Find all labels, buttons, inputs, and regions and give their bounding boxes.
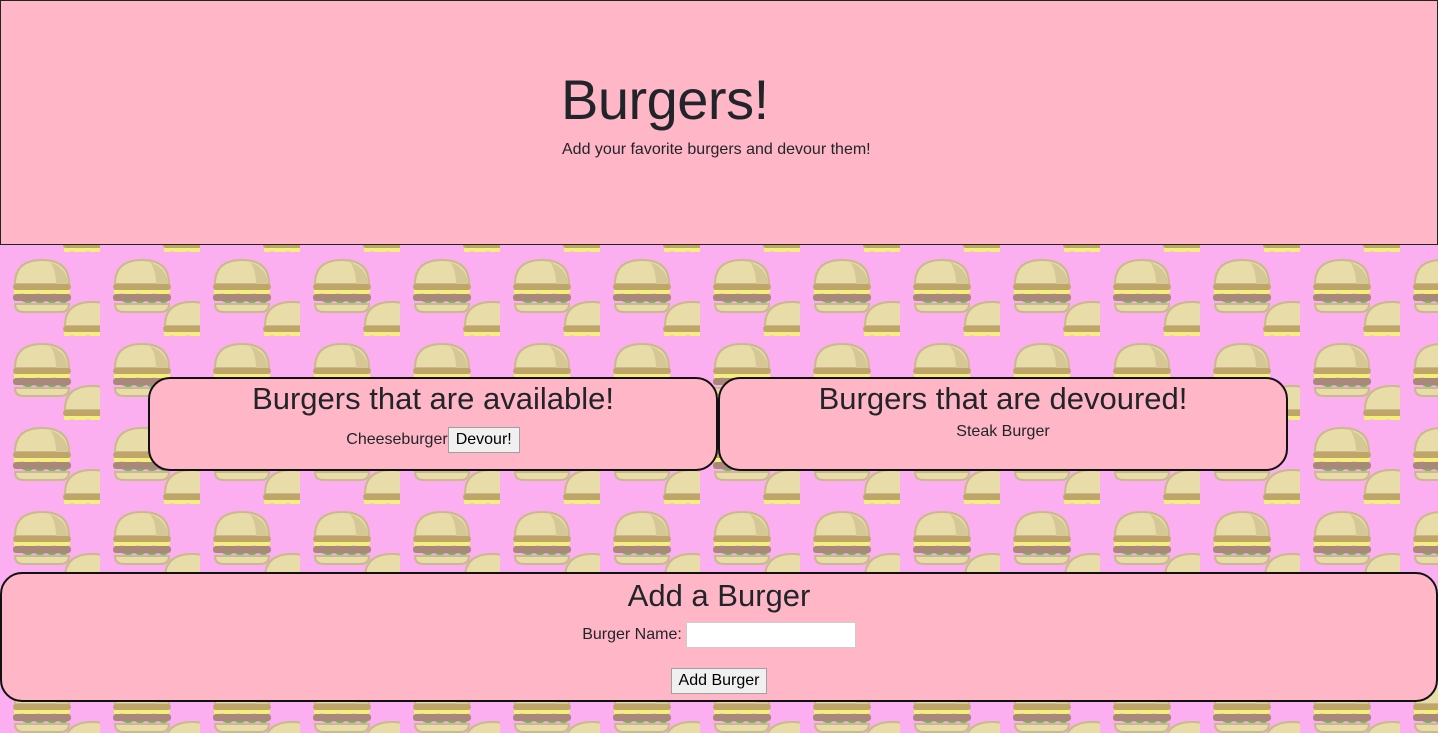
burger-name: Steak Burger: [956, 423, 1050, 440]
available-heading: Burgers that are available!: [252, 381, 614, 416]
page-subtitle: Add your favorite burgers and devour the…: [562, 141, 871, 158]
burger-name-input[interactable]: [685, 622, 856, 648]
available-burgers-panel: Burgers that are available! Cheeseburger…: [148, 377, 718, 471]
devoured-burgers-panel: Burgers that are devoured! Steak Burger: [718, 377, 1288, 471]
list-item: Steak Burger: [956, 423, 1049, 441]
add-burger-panel: Add a Burger Burger Name: Add Burger: [0, 572, 1438, 702]
burger-name-label: Burger Name:: [582, 626, 682, 643]
devour-button[interactable]: Devour!: [447, 427, 520, 453]
page-title: Burgers!: [561, 68, 769, 131]
header-jumbotron: Burgers! Add your favorite burgers and d…: [0, 0, 1438, 245]
add-burger-button[interactable]: Add Burger: [670, 668, 768, 694]
burger-name-row: Burger Name:: [582, 622, 856, 648]
burger-name: Cheeseburger: [346, 431, 448, 448]
devoured-heading: Burgers that are devoured!: [818, 381, 1188, 416]
list-item: Cheeseburger Devour!: [346, 427, 520, 453]
header-content: Burgers! Add your favorite burgers and d…: [561, 67, 871, 159]
submit-row: Add Burger: [2, 668, 1436, 694]
add-burger-heading: Add a Burger: [627, 578, 811, 613]
